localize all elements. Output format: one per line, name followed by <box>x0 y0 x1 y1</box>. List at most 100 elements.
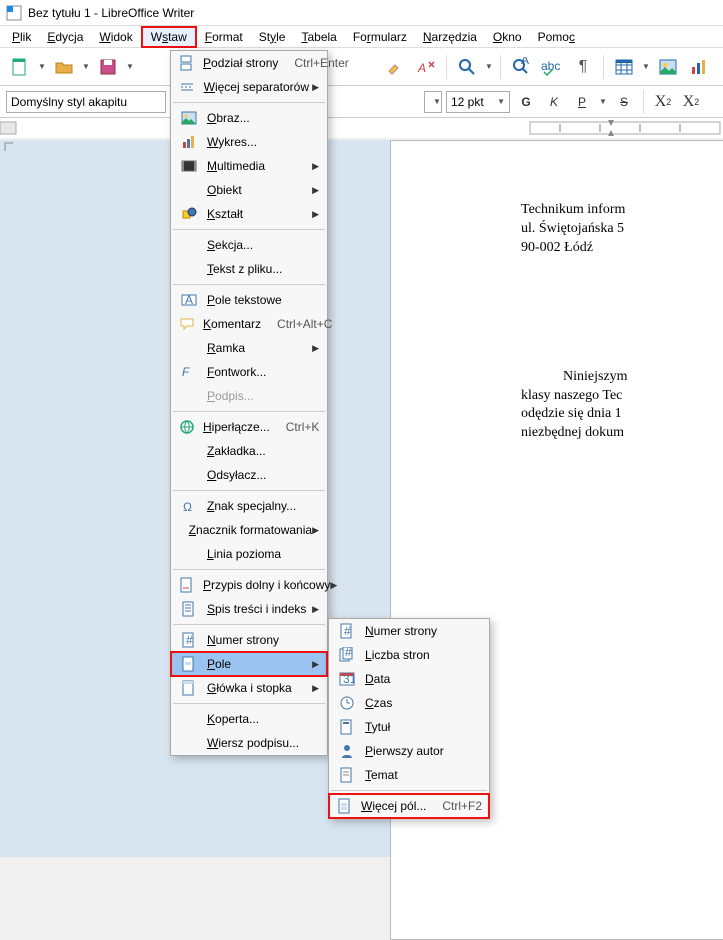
menu-item-label: Hiperłącze... <box>203 420 270 434</box>
menu-item-label: Pierwszy autor <box>365 744 469 758</box>
menu-shortcut: Ctrl+F2 <box>442 799 482 813</box>
blank-icon <box>179 545 199 563</box>
insert-menu-item[interactable]: ΩZnak specjalny... <box>171 494 327 518</box>
dropdown-arrow-icon[interactable]: ▼ <box>81 53 91 81</box>
menu-tabela[interactable]: Tabela <box>293 28 344 46</box>
insert-menu-item[interactable]: Przypis dolny i końcowy▶ <box>171 573 327 597</box>
font-name-combo-arrow[interactable]: ▼ <box>424 91 442 113</box>
menu-item-label: Wykres... <box>207 135 307 149</box>
underline-button[interactable]: P <box>570 90 594 114</box>
menu-format[interactable]: Format <box>197 28 251 46</box>
menu-item-label: Główka i stopka <box>207 681 307 695</box>
save-button[interactable] <box>94 53 122 81</box>
dropdown-arrow-icon[interactable]: ▼ <box>37 53 47 81</box>
horizontal-ruler[interactable] <box>0 118 723 138</box>
menu-item-label: Linia pozioma <box>207 547 307 561</box>
insert-menu-item[interactable]: Zakładka... <box>171 439 327 463</box>
app-icon <box>6 5 22 21</box>
menu-pomoc[interactable]: Pomoc <box>530 28 583 46</box>
menu-item-label: Temat <box>365 768 469 782</box>
insert-menu-item[interactable]: Linia pozioma <box>171 542 327 566</box>
blank-icon <box>179 442 199 460</box>
field-submenu-item[interactable]: Więcej pól...Ctrl+F2 <box>329 794 489 818</box>
document-page[interactable]: Technikum inform ul. Świętojańska 5 90-0… <box>390 140 723 940</box>
insert-menu-item[interactable]: KomentarzCtrl+Alt+C <box>171 312 327 336</box>
bold-button[interactable]: G <box>514 90 538 114</box>
insert-menu-item[interactable]: APole tekstowe <box>171 288 327 312</box>
insert-menu-item[interactable]: Odsyłacz... <box>171 463 327 487</box>
insert-menu-item[interactable]: Koperta... <box>171 707 327 731</box>
menu-edycja[interactable]: Edycja <box>39 28 91 46</box>
corner-marker <box>4 142 16 154</box>
insert-chart-button[interactable] <box>685 53 713 81</box>
italic-button[interactable]: K <box>542 90 566 114</box>
insert-menu-item[interactable]: Więcej separatorów▶ <box>171 75 327 99</box>
insert-image-button[interactable] <box>654 53 682 81</box>
paragraph-style-combo[interactable]: Domyślny styl akapitu <box>6 91 166 113</box>
insert-menu-item[interactable]: Spis treści i indeks▶ <box>171 597 327 621</box>
dropdown-arrow-icon[interactable]: ▼ <box>598 88 608 116</box>
insert-menu-item[interactable]: Tekst z pliku... <box>171 257 327 281</box>
dropdown-arrow-icon[interactable]: ▼ <box>641 53 651 81</box>
menu-widok[interactable]: Widok <box>91 28 140 46</box>
insert-menu-item[interactable]: Wiersz podpisu... <box>171 731 327 755</box>
svg-text:#: # <box>344 624 351 638</box>
open-button[interactable] <box>50 53 78 81</box>
title-icon <box>337 718 357 736</box>
svg-text:A: A <box>185 293 193 307</box>
menu-item-label: Znacznik formatowania <box>189 523 312 537</box>
blank-icon <box>179 236 199 254</box>
insert-menu-item[interactable]: Kształt▶ <box>171 202 327 226</box>
find-button[interactable] <box>453 53 481 81</box>
strike-button[interactable]: S <box>612 90 636 114</box>
time-icon <box>337 694 357 712</box>
dropdown-arrow-icon[interactable]: ▼ <box>125 53 135 81</box>
insert-menu-item[interactable]: Obiekt▶ <box>171 178 327 202</box>
field-submenu-item[interactable]: #Liczba stron <box>329 643 489 667</box>
doc-line: klasy naszego Tec <box>521 387 723 406</box>
field-submenu-item[interactable]: Tytuł <box>329 715 489 739</box>
menu-plik[interactable]: Plik <box>4 28 39 46</box>
formatting-marks-button[interactable]: ¶ <box>569 53 597 81</box>
insert-menu-item[interactable]: Znacznik formatowania▶ <box>171 518 327 542</box>
superscript-button[interactable]: X2 <box>651 90 675 114</box>
submenu-arrow-icon: ▶ <box>307 683 319 694</box>
menu-style[interactable]: Style <box>251 28 294 46</box>
clear-format-button[interactable]: A <box>412 53 440 81</box>
field-submenu-item[interactable]: Pierwszy autor <box>329 739 489 763</box>
new-doc-button[interactable] <box>6 53 34 81</box>
menu-wstaw[interactable]: Wstaw <box>141 26 197 48</box>
insert-menu-item[interactable]: Ramka▶ <box>171 336 327 360</box>
insert-menu-item[interactable]: FFontwork... <box>171 360 327 384</box>
field-submenu-item[interactable]: Temat <box>329 763 489 787</box>
font-size-value: 12 pkt <box>451 95 493 109</box>
insert-menu-item[interactable]: #Numer strony <box>171 628 327 652</box>
field-submenu-item[interactable]: #Numer strony <box>329 619 489 643</box>
insert-menu-item[interactable]: Hiperłącze...Ctrl+K <box>171 415 327 439</box>
insert-menu-item[interactable]: Sekcja... <box>171 233 327 257</box>
dropdown-arrow-icon[interactable]: ▼ <box>484 53 494 81</box>
paragraph-style-value: Domyślny styl akapitu <box>11 95 161 109</box>
menu-formularz[interactable]: Formularz <box>345 28 415 46</box>
insert-menu-item[interactable]: Obraz... <box>171 106 327 130</box>
insert-menu-item[interactable]: Główka i stopka▶ <box>171 676 327 700</box>
menu-narzedzia[interactable]: Narzędzia <box>415 28 485 46</box>
paint-format-button[interactable] <box>381 53 409 81</box>
blank-icon <box>179 734 199 752</box>
find-replace-button[interactable]: A <box>507 53 535 81</box>
menubar: Plik Edycja Widok Wstaw Format Style Tab… <box>0 26 723 48</box>
chevron-down-icon: ▼ <box>493 97 505 106</box>
insert-menu-item[interactable]: Wykres... <box>171 130 327 154</box>
menu-okno[interactable]: Okno <box>485 28 530 46</box>
field-submenu-item[interactable]: 31Data <box>329 667 489 691</box>
menu-item-label: Sekcja... <box>207 238 307 252</box>
insert-menu-item[interactable]: Pole▶ <box>171 652 327 676</box>
font-size-combo[interactable]: 12 pkt ▼ <box>446 91 510 113</box>
insert-table-button[interactable] <box>610 53 638 81</box>
insert-menu-item[interactable]: Podział stronyCtrl+Enter <box>171 51 327 75</box>
field-submenu-item[interactable]: Czas <box>329 691 489 715</box>
insert-menu-item[interactable]: Multimedia▶ <box>171 154 327 178</box>
subscript-button[interactable]: X2 <box>679 90 703 114</box>
spellcheck-button[interactable]: abc <box>538 53 566 81</box>
submenu-arrow-icon: ▶ <box>307 343 319 354</box>
